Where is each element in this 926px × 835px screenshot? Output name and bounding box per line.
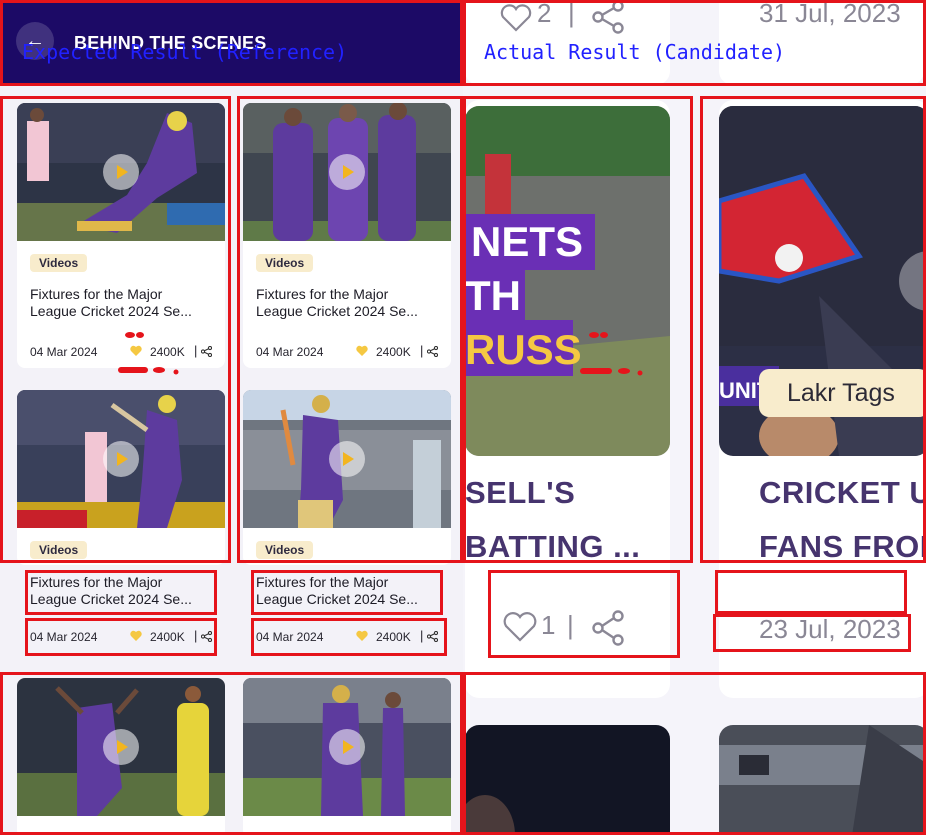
video-thumbnail[interactable] (17, 103, 225, 241)
play-icon[interactable] (329, 441, 365, 477)
reference-label: Expected Result (Reference) (22, 40, 348, 64)
separator: | (194, 343, 198, 358)
candidate-pane: 2 | 31 Jul, 2023 NETS TH RUSS SELL'S BAT… (463, 0, 926, 835)
like-count: 1 (541, 610, 556, 640)
news-thumbnail[interactable]: NETS TH RUSS (465, 106, 670, 456)
video-thumbnail[interactable] (17, 678, 225, 816)
annotation-scribble (118, 332, 179, 375)
play-icon[interactable] (103, 154, 139, 190)
like-count: 2400K (150, 630, 185, 644)
category-badge: Videos (256, 254, 314, 272)
share-icon[interactable] (201, 346, 212, 357)
reference-pane: ← BEHIND THE SCENES Videos Fixtures for … (0, 0, 463, 835)
overlay-text: RUSS (465, 326, 582, 373)
play-icon[interactable] (103, 441, 139, 477)
card-meta: 04 Mar 2024 2400K | (256, 343, 442, 360)
news-thumbnail[interactable] (719, 725, 926, 835)
heart-icon[interactable] (356, 630, 368, 642)
video-thumbnail[interactable] (243, 678, 451, 816)
separator: | (567, 610, 574, 640)
overlay-text: TH (465, 272, 521, 319)
share-icon[interactable] (591, 610, 625, 646)
video-thumbnail[interactable] (243, 103, 451, 241)
news-thumbnail[interactable] (465, 725, 670, 835)
video-card[interactable]: Videos (17, 390, 225, 565)
tag-badge: Lakr Tags (759, 369, 926, 417)
separator: | (568, 0, 575, 28)
card-title: Fixtures for the Major League Cricket 20… (256, 574, 418, 607)
video-thumbnail[interactable] (17, 390, 225, 528)
video-thumbnail[interactable] (243, 390, 451, 528)
card-title: BATTING ... (465, 529, 641, 564)
publish-date: 31 Jul, 2023 (759, 0, 901, 28)
card-title: CRICKET UN (759, 475, 926, 510)
share-icon[interactable] (427, 631, 438, 642)
card-title: Fixtures for the Major League Cricket 20… (30, 286, 192, 319)
heart-icon[interactable] (356, 345, 368, 357)
card-title: FANS FROM (759, 529, 926, 564)
card-meta: 04 Mar 2024 2400K | (30, 628, 216, 645)
annotation-scribble (580, 332, 643, 376)
separator: | (420, 343, 424, 358)
like-count: 2400K (376, 630, 411, 644)
publish-date: 04 Mar 2024 (30, 630, 98, 644)
news-card[interactable]: NETS TH RUSS SELL'S BATTING ... 1 | (465, 100, 670, 698)
video-card[interactable]: Videos (243, 390, 451, 565)
video-card[interactable] (17, 678, 225, 835)
play-icon[interactable] (329, 154, 365, 190)
video-card[interactable]: Videos Fixtures for the Major League Cri… (243, 103, 451, 368)
publish-date: 23 Jul, 2023 (759, 614, 901, 644)
share-icon[interactable] (591, 0, 625, 34)
card-title: Fixtures for the Major League Cricket 20… (256, 286, 418, 319)
separator: | (420, 628, 424, 643)
heart-outline-icon[interactable] (503, 612, 537, 642)
category-badge: Videos (30, 541, 88, 559)
video-card[interactable] (243, 678, 451, 835)
category-badge: Videos (30, 254, 88, 272)
card-title: SELL'S (465, 475, 576, 510)
play-icon[interactable] (329, 729, 365, 765)
play-icon[interactable] (103, 729, 139, 765)
publish-date: 04 Mar 2024 (30, 345, 98, 359)
separator: | (194, 628, 198, 643)
news-card[interactable]: UNIT Lakr Tags CRICKET UN FANS FROM 23 J… (719, 100, 926, 698)
share-icon[interactable] (427, 346, 438, 357)
category-badge: Videos (256, 541, 314, 559)
publish-date: 04 Mar 2024 (256, 630, 324, 644)
like-count: 2 (537, 0, 552, 28)
publish-date: 04 Mar 2024 (256, 345, 324, 359)
card-meta: 04 Mar 2024 2400K | (256, 628, 442, 645)
heart-icon[interactable] (130, 630, 142, 642)
share-icon[interactable] (201, 631, 212, 642)
card-title: Fixtures for the Major League Cricket 20… (30, 574, 192, 607)
like-count: 2400K (376, 345, 411, 359)
overlay-text: NETS (471, 218, 583, 265)
heart-outline-icon[interactable] (500, 4, 532, 32)
candidate-label: Actual Result (Candidate) (484, 40, 786, 64)
